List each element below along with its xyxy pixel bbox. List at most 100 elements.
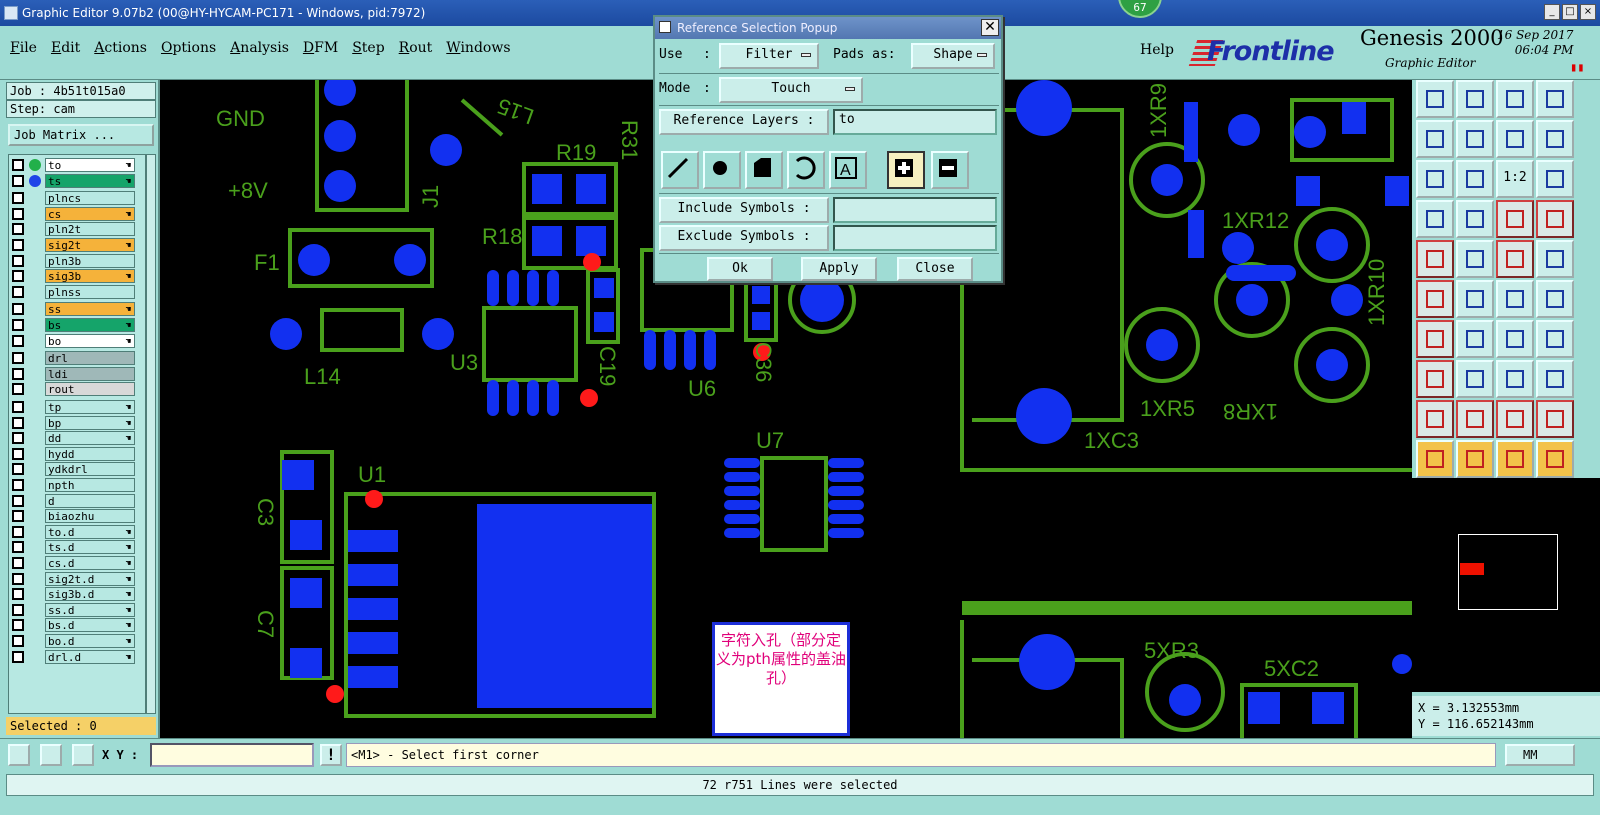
layer-name[interactable]: hydd <box>45 446 135 461</box>
cross-icon[interactable] <box>1456 280 1494 318</box>
triangle-c-icon[interactable] <box>1536 400 1574 438</box>
ok-button[interactable]: Ok <box>707 257 773 281</box>
layer-checkbox[interactable] <box>12 239 24 251</box>
layer-row[interactable]: bs.d ☚ <box>9 618 147 633</box>
layer-name[interactable]: to ☚ <box>45 158 135 172</box>
layer-name[interactable]: pln2t <box>45 222 135 237</box>
save-icon[interactable] <box>1456 80 1494 118</box>
layer-name[interactable]: biaozhu <box>45 509 135 524</box>
layer-name[interactable]: bo.d ☚ <box>45 634 135 648</box>
menu-dfm[interactable]: DFM <box>303 40 338 56</box>
layer-name[interactable]: ss.d ☚ <box>45 602 135 617</box>
layer-row[interactable]: sig2t.d ☚ <box>9 571 147 586</box>
layer-row[interactable]: bp ☚ <box>9 415 147 430</box>
layer-name[interactable]: dd ☚ <box>45 431 135 446</box>
plus-icon[interactable] <box>887 151 925 189</box>
triangle-a-icon[interactable] <box>1456 400 1494 438</box>
layer-name[interactable]: d <box>45 493 135 508</box>
measure-icon[interactable] <box>1456 200 1494 238</box>
reference-layers-button[interactable]: Reference Layers : <box>659 109 829 135</box>
menu-options[interactable]: Options <box>161 40 216 56</box>
include-symbols-input[interactable] <box>833 197 997 223</box>
layers-icon[interactable] <box>1496 200 1534 238</box>
open-icon[interactable] <box>1416 80 1454 118</box>
overview-map[interactable] <box>1412 478 1600 692</box>
close-button[interactable]: Close <box>897 257 973 281</box>
minus-tool-icon[interactable] <box>1456 360 1494 398</box>
layer-name[interactable]: drl.d ☚ <box>45 649 135 664</box>
layer-row[interactable]: pln3b <box>9 253 147 268</box>
layer-name[interactable]: cs ☚ <box>45 206 135 221</box>
pointer-icon[interactable] <box>1416 440 1454 478</box>
pad-filter-icon[interactable] <box>703 151 741 189</box>
export-icon[interactable] <box>1456 120 1494 158</box>
layer-checkbox[interactable] <box>12 401 24 413</box>
route-icon[interactable] <box>1416 280 1454 318</box>
layer-checkbox[interactable] <box>12 192 24 205</box>
pad-tool-icon[interactable] <box>1416 360 1454 398</box>
mode-dropdown[interactable]: Touch <box>719 77 863 103</box>
pads-dropdown[interactable]: Shape <box>911 43 995 69</box>
layer-checkbox[interactable] <box>12 572 24 585</box>
snap-icon[interactable] <box>1416 200 1454 238</box>
layer-row[interactable]: to ☚ <box>9 158 147 172</box>
line-filter-icon[interactable] <box>661 151 699 189</box>
triangle-icon[interactable] <box>1416 400 1454 438</box>
layer-checkbox[interactable] <box>12 303 24 316</box>
reference-layers-input[interactable]: to <box>833 109 997 135</box>
layer-row[interactable]: bo.d ☚ <box>9 634 147 648</box>
layer-row[interactable]: sig3b.d ☚ <box>9 587 147 602</box>
polygon-icon[interactable] <box>1456 240 1494 278</box>
layer-checkbox[interactable] <box>12 223 24 236</box>
xy-input[interactable] <box>150 743 314 767</box>
layer-checkbox[interactable] <box>12 463 24 476</box>
layer-checkbox[interactable] <box>12 334 24 347</box>
layer-name[interactable]: ydkdrl <box>45 462 135 477</box>
layer-checkbox[interactable] <box>12 270 24 283</box>
resize-icon[interactable] <box>1496 360 1534 398</box>
menu-edit[interactable]: Edit <box>51 40 80 56</box>
layer-row[interactable]: ts.d ☚ <box>9 540 147 555</box>
menu-actions[interactable]: Actions <box>94 40 147 56</box>
menu-help[interactable]: Help <box>1140 42 1174 58</box>
layer-row[interactable]: cs ☚ <box>9 206 147 221</box>
layer-row[interactable]: ydkdrl <box>9 462 147 477</box>
pointer-box-icon[interactable] <box>1456 440 1494 478</box>
center-icon[interactable] <box>1456 160 1494 198</box>
pointer-tree-icon[interactable] <box>1536 440 1574 478</box>
grid-icon[interactable] <box>72 744 94 766</box>
layer-checkbox[interactable] <box>12 510 24 523</box>
menu-step[interactable]: Step <box>352 40 384 56</box>
layer-name[interactable]: pln3b <box>45 253 135 268</box>
menu-windows[interactable]: Windows <box>446 40 510 56</box>
layer-checkbox[interactable] <box>12 635 24 647</box>
layer-checkbox[interactable] <box>12 588 24 601</box>
maximize-button[interactable]: □ <box>1562 4 1578 20</box>
layer-row[interactable]: dd ☚ <box>9 431 147 446</box>
layer-checkbox[interactable] <box>12 557 24 569</box>
layer-row[interactable]: rout <box>9 382 147 397</box>
text-filter-icon[interactable]: A <box>829 151 867 189</box>
layer-checkbox[interactable] <box>12 479 24 491</box>
triangle-b-icon[interactable] <box>1496 400 1534 438</box>
layer-checkbox[interactable] <box>12 383 24 396</box>
align-icon[interactable] <box>1536 320 1574 358</box>
layer-name[interactable]: npth <box>45 478 135 492</box>
scale-icon[interactable]: 1:2 <box>1496 160 1534 198</box>
layer-name[interactable]: rout <box>45 382 135 397</box>
window-icon[interactable] <box>1536 80 1574 118</box>
zoom-icon[interactable] <box>8 744 30 766</box>
menu-file[interactable]: File <box>10 40 37 56</box>
slash-icon[interactable] <box>1456 320 1494 358</box>
import-icon[interactable] <box>1416 120 1454 158</box>
layer-checkbox[interactable] <box>12 603 24 616</box>
layer-row[interactable]: hydd <box>9 446 147 461</box>
layer-name[interactable]: ldi <box>45 366 135 381</box>
surface-filter-icon[interactable] <box>745 151 783 189</box>
dot-icon[interactable] <box>1536 240 1574 278</box>
exclude-symbols-input[interactable] <box>833 225 997 251</box>
layer-name[interactable]: sig3b ☚ <box>45 269 135 284</box>
layer-checkbox[interactable] <box>12 367 24 380</box>
layer-row[interactable]: ss.d ☚ <box>9 602 147 617</box>
layer-name[interactable]: bs.d ☚ <box>45 618 135 633</box>
